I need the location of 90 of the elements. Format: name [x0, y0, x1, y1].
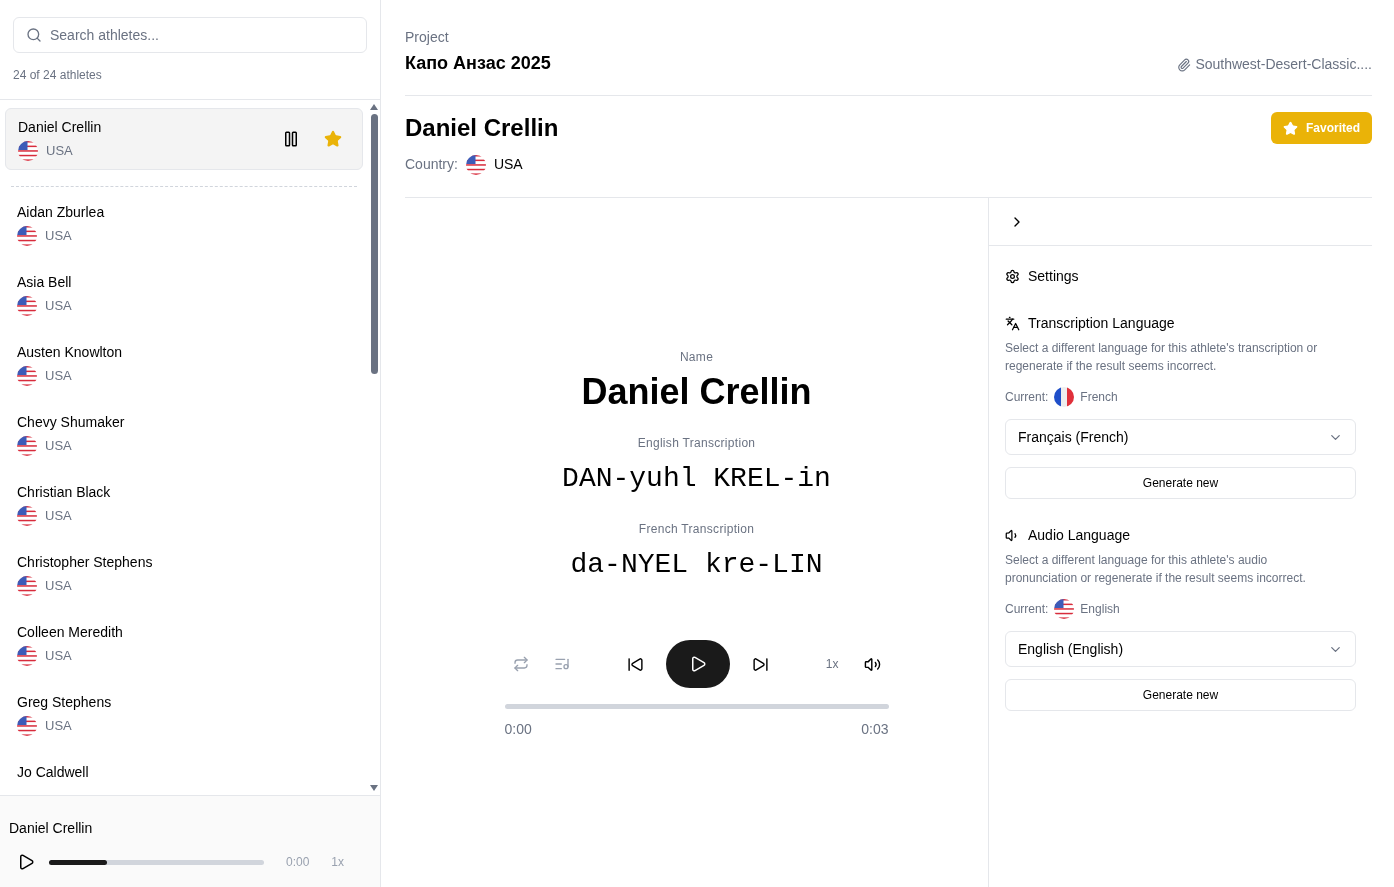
pause-icon[interactable]: [282, 130, 300, 148]
volume-icon[interactable]: [863, 655, 881, 673]
progress-track[interactable]: [504, 704, 889, 709]
section-title: Transcription Language: [1028, 314, 1175, 333]
athlete-item[interactable]: Greg Stephens USA: [0, 680, 368, 750]
settings-title: Settings: [1028, 267, 1079, 286]
progress-track[interactable]: [49, 859, 264, 865]
project-label: Project: [405, 28, 450, 47]
flag-icon: [17, 576, 37, 596]
flag-icon: [17, 226, 37, 246]
athlete-item[interactable]: Asia Bell USA: [0, 260, 368, 330]
transcription-text: DAN-yuhl KREL-in: [562, 462, 831, 496]
athlete-country: USA: [45, 437, 72, 456]
athlete-country: USA: [45, 577, 72, 596]
athlete-country: USA: [45, 717, 72, 736]
country-name: USA: [493, 155, 523, 174]
file-link[interactable]: Southwest-Desert-Classic....: [1195, 54, 1372, 75]
athlete-item[interactable]: Daniel Crellin USA: [5, 108, 363, 170]
repeat-icon[interactable]: [512, 656, 529, 672]
playlist-icon[interactable]: [553, 656, 570, 672]
name-label: Name: [679, 349, 714, 366]
flag-icon: [1054, 387, 1075, 407]
athlete-name: Colleen Meredith: [17, 623, 123, 642]
play-icon[interactable]: [17, 853, 35, 871]
athlete-country: USA: [45, 507, 72, 526]
athlete-item[interactable]: Jo Caldwell: [0, 750, 368, 795]
athlete-item[interactable]: Chevy Shumaker USA: [0, 400, 368, 470]
athlete-item[interactable]: Colleen Meredith USA: [0, 610, 368, 680]
athlete-country: USA: [45, 227, 72, 246]
athlete-display-name: Daniel Crellin: [581, 370, 812, 414]
athlete-country: USA: [45, 647, 72, 666]
language-select[interactable]: English (English): [1005, 631, 1356, 667]
transcription-text: da-NYEL kre-LIN: [570, 548, 823, 582]
athlete-name: Jo Caldwell: [17, 763, 89, 782]
current-language: French: [1080, 389, 1118, 406]
section-description: Select a different language for this athlete's transcription or regenerate if the result seems incorrect.: [1005, 340, 1319, 375]
star-icon: [1283, 120, 1298, 136]
athlete-item[interactable]: Christopher Stephens USA: [0, 540, 368, 610]
previous-icon[interactable]: [626, 655, 644, 673]
country-label: Country:: [405, 155, 458, 174]
flag-icon: [1054, 599, 1075, 619]
elapsed-time: 0:00: [286, 854, 310, 871]
flag-icon: [17, 436, 37, 456]
flag-icon: [17, 506, 37, 526]
current-label: Current:: [1005, 389, 1049, 406]
athlete-name: Asia Bell: [17, 273, 72, 292]
star-icon[interactable]: [324, 130, 342, 148]
section-description: Select a different language for this athlete's audio pronunciation or regenerate if the result seems incorrect.: [1005, 552, 1307, 587]
current-label: Current:: [1005, 601, 1049, 618]
athlete-name: Greg Stephens: [17, 693, 112, 712]
generate-button[interactable]: Generate new: [1005, 679, 1356, 711]
translate-icon: [1005, 316, 1020, 331]
total-time: 0:03: [861, 720, 889, 739]
athlete-name: Chevy Shumaker: [17, 413, 125, 432]
athlete-item[interactable]: Austen Knowlton USA: [0, 330, 368, 400]
athlete-item[interactable]: Aidan Zburlea USA: [0, 190, 368, 260]
next-icon[interactable]: [751, 655, 769, 673]
search-input[interactable]: Search athletes...: [50, 24, 354, 46]
athlete-country: USA: [45, 297, 72, 316]
flag-icon: [17, 716, 37, 736]
transcription-label: English Transcription: [637, 435, 756, 452]
search-icon: [26, 27, 42, 43]
speed-button[interactable]: 1x: [825, 655, 839, 673]
play-button[interactable]: [665, 640, 730, 688]
transcription-label: French Transcription: [638, 521, 755, 538]
athlete-title: Daniel Crellin: [405, 113, 559, 143]
now-playing-title: Daniel Crellin: [9, 819, 94, 838]
current-language: English: [1080, 601, 1120, 618]
flag-icon: [465, 154, 486, 175]
project-name: Капо Анзас 2025: [405, 52, 551, 75]
athlete-name: Austen Knowlton: [17, 343, 123, 362]
athlete-country: USA: [46, 142, 73, 161]
athlete-country: USA: [45, 367, 72, 386]
athlete-count: 24 of 24 athletes: [13, 67, 103, 84]
flag-icon: [17, 366, 37, 386]
settings-icon: [1005, 269, 1020, 284]
athlete-name: Christian Black: [17, 483, 111, 502]
athlete-name: Daniel Crellin: [18, 118, 102, 137]
elapsed-time: 0:00: [504, 720, 532, 739]
generate-button[interactable]: Generate new: [1005, 467, 1356, 499]
athlete-name: Christopher Stephens: [17, 553, 153, 572]
flag-icon: [17, 646, 37, 666]
flag-icon: [17, 296, 37, 316]
athlete-item[interactable]: Christian Black USA: [0, 470, 368, 540]
athlete-name: Aidan Zburlea: [17, 203, 105, 222]
search-field[interactable]: Search athletes...: [13, 17, 367, 53]
section-title: Audio Language: [1028, 526, 1130, 545]
language-select[interactable]: Français (French): [1005, 419, 1356, 455]
paperclip-icon: [1177, 57, 1192, 72]
flag-icon: [18, 141, 38, 161]
